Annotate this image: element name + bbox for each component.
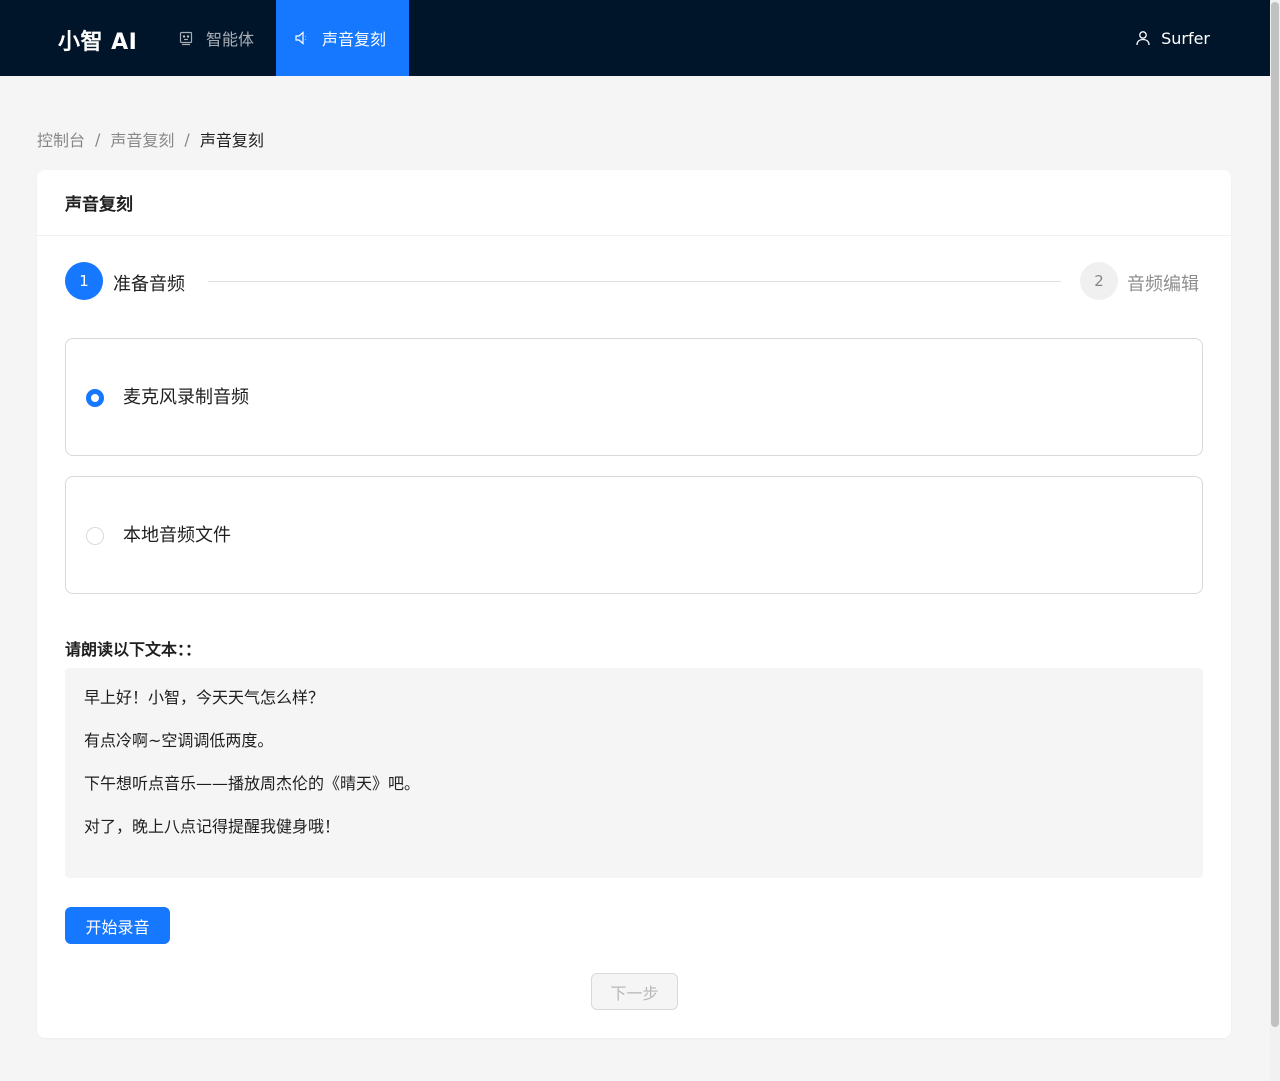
read-text-title: 请朗读以下文本：： (65, 640, 202, 659)
step-2-number: 2 (1080, 262, 1118, 300)
step-connector (208, 281, 1061, 282)
sound-icon (294, 30, 310, 46)
scrollbar[interactable] (1270, 0, 1280, 1081)
breadcrumb-item-voice-clone[interactable]: 声音复刻 (110, 127, 174, 151)
step-1-title: 准备音频 (113, 274, 185, 295)
read-text-line: 早上好！小智，今天天气怎么样？ (84, 688, 325, 707)
option-microphone[interactable]: 麦克风录制音频 (65, 338, 1203, 456)
start-recording-button[interactable]: 开始录音 (65, 907, 170, 944)
steps: 1 准备音频 2 音频编辑 (65, 262, 1203, 300)
app-logo[interactable]: 小智 AI (58, 24, 137, 56)
nav-item-agents[interactable]: 智能体 (178, 0, 276, 76)
nav-item-label: 智能体 (206, 30, 255, 49)
step-1-number: 1 (65, 262, 103, 300)
user-icon (1135, 30, 1151, 46)
card-title: 声音复刻 (37, 170, 1231, 236)
option-label: 麦克风录制音频 (123, 387, 249, 408)
breadcrumb-separator: / (184, 129, 190, 149)
read-text-line: 下午想听点音乐——播放周杰伦的《晴天》吧。 (84, 774, 421, 793)
username: Surfer (1161, 28, 1210, 48)
nav-item-voice-clone[interactable]: 声音复刻 (276, 0, 409, 76)
user-menu[interactable]: Surfer (1135, 0, 1210, 76)
voice-clone-card: 声音复刻 1 准备音频 2 音频编辑 麦克风录制音频 本地音频文件 请朗读以下文… (37, 170, 1231, 1038)
read-text-line: 对了，晚上八点记得提醒我健身哦！ (84, 817, 341, 836)
read-text-line: 有点冷啊~空调调低两度。 (84, 731, 274, 750)
next-step-button[interactable]: 下一步 (591, 973, 678, 1010)
nav-item-label: 声音复刻 (322, 30, 387, 49)
step-2-title: 音频编辑 (1127, 274, 1199, 295)
breadcrumb-separator: / (95, 129, 101, 149)
radio-microphone[interactable] (86, 389, 104, 407)
breadcrumb: 控制台 / 声音复刻 / 声音复刻 (37, 127, 264, 151)
option-local-file[interactable]: 本地音频文件 (65, 476, 1203, 594)
scrollbar-thumb[interactable] (1271, 2, 1279, 1027)
radio-local-file[interactable] (86, 527, 104, 545)
robot-icon (178, 30, 194, 46)
read-text-box: 早上好！小智，今天天气怎么样？ 有点冷啊~空调调低两度。 下午想听点音乐——播放… (65, 668, 1203, 878)
breadcrumb-item-current: 声音复刻 (199, 131, 264, 150)
breadcrumb-item-console[interactable]: 控制台 (37, 127, 85, 151)
option-label: 本地音频文件 (123, 525, 231, 546)
top-navbar: 小智 AI 智能体 声音复刻 Surfer (0, 0, 1270, 76)
